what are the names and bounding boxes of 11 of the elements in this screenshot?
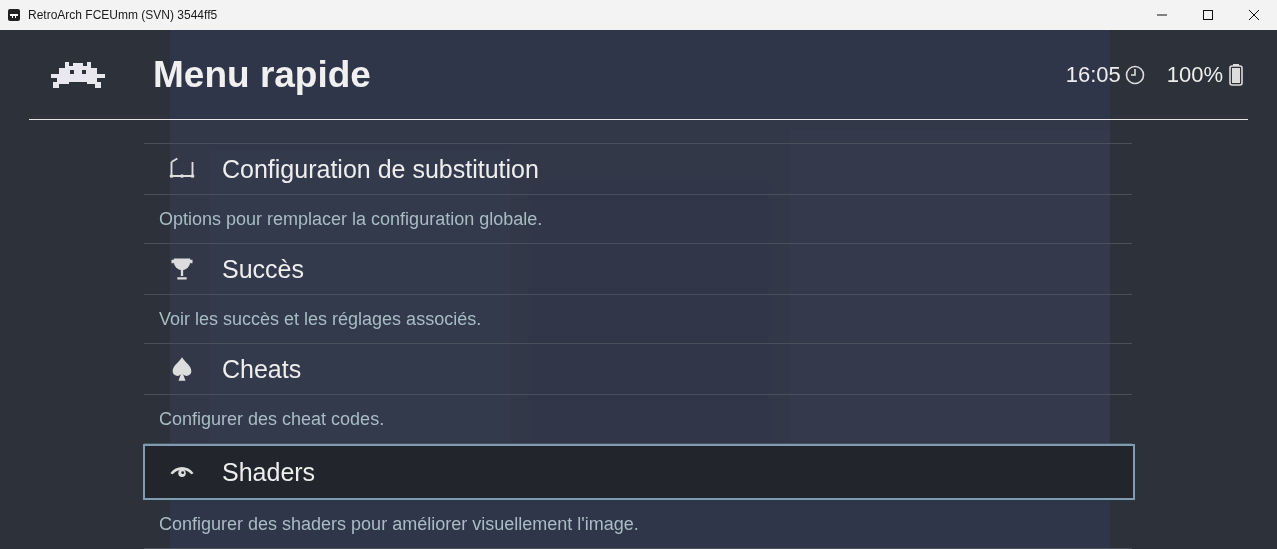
item-description: Configurer des shaders pour améliorer visuellement l'image. bbox=[144, 500, 1132, 549]
battery-level: 100% bbox=[1166, 61, 1223, 88]
item-description: Options pour remplacer la configuration globale. bbox=[144, 195, 1132, 244]
menu-item[interactable]: Cheats bbox=[144, 344, 1132, 395]
menu-item[interactable]: Configuration de substitution bbox=[144, 144, 1132, 195]
item-description: Voir les succès et les réglages associés. bbox=[144, 295, 1132, 344]
menu-item[interactable]: Shaders bbox=[143, 444, 1135, 500]
menu-item[interactable]: Succès bbox=[144, 244, 1132, 295]
clock-time: 16:05 bbox=[1065, 61, 1121, 88]
window-title: RetroArch FCEUmm (SVN) 3544ff5 bbox=[28, 8, 219, 22]
menu-title: Menu rapide bbox=[153, 53, 372, 96]
